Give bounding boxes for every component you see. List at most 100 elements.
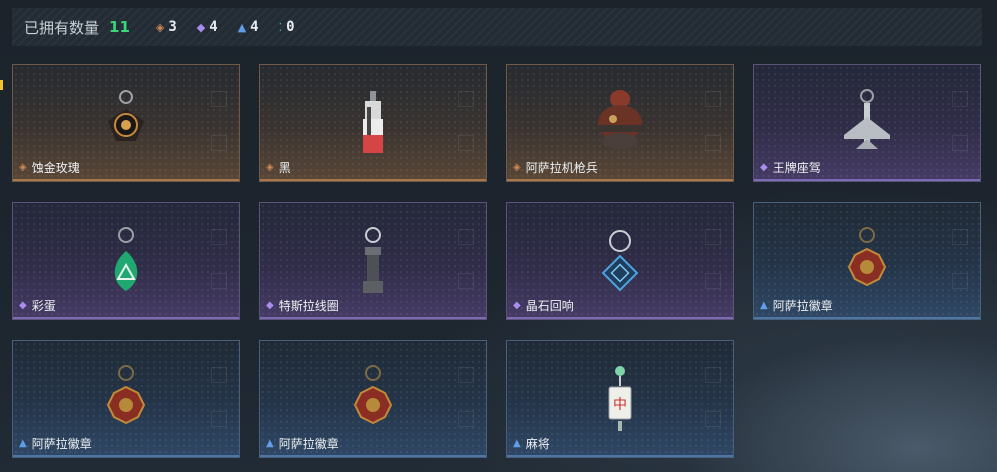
card-decoration — [211, 229, 227, 245]
card-decoration — [458, 367, 474, 383]
stat-green: ⁚ 0 — [279, 19, 295, 35]
owned-count-label: 已拥有数量 — [24, 18, 100, 37]
rarity-bar — [260, 317, 486, 319]
asara-badge-charm-image — [847, 227, 887, 287]
item-name: 特斯拉线圈 — [278, 299, 339, 313]
card-decoration — [211, 367, 227, 383]
svg-text:中: 中 — [613, 397, 627, 413]
item-card-ace-ride[interactable]: ◆ 王牌座驾 — [753, 64, 981, 182]
item-card-asara-badge[interactable]: ▲ 阿萨拉徽章 — [12, 340, 240, 458]
asara-badge-charm-image — [353, 365, 393, 425]
card-decoration — [458, 91, 474, 107]
item-label: ◈ 阿萨拉机枪兵 — [513, 159, 598, 176]
card-decoration — [458, 229, 474, 245]
tesla-coil-charm-image — [363, 227, 383, 293]
stat-purple-value: 4 — [209, 19, 218, 35]
rarity-bar — [754, 317, 980, 319]
purple-rarity-icon: ◆ — [760, 162, 768, 173]
item-name: 晶石回响 — [525, 299, 574, 313]
rarity-bar — [507, 455, 733, 457]
orange-rarity-icon: ◈ — [266, 162, 274, 173]
item-name: 阿萨拉徽章 — [772, 299, 833, 313]
rarity-bar — [754, 179, 980, 181]
card-decoration — [705, 229, 721, 245]
item-label: ▲ 阿萨拉徽章 — [19, 435, 92, 452]
card-decoration — [705, 273, 721, 289]
blue-rarity-icon: ▲ — [513, 438, 521, 449]
item-label: ◆ 晶石回响 — [513, 297, 574, 314]
item-name: 阿萨拉机枪兵 — [525, 161, 598, 175]
item-card-black[interactable]: ◈ 黑 — [259, 64, 487, 182]
rarity-bar — [260, 455, 486, 457]
easter-egg-charm-image — [114, 227, 138, 291]
card-decoration — [952, 135, 968, 151]
rarity-bar — [507, 317, 733, 319]
item-label: ▲ 阿萨拉徽章 — [266, 435, 339, 452]
mahjong-charm-image: 中 — [608, 366, 632, 431]
item-label: ◈ 黑 — [266, 159, 291, 176]
rarity-bar — [507, 179, 733, 181]
asara-machinegunner-charm-image — [595, 90, 645, 149]
selection-indicator — [0, 80, 3, 90]
card-decoration — [211, 135, 227, 151]
card-decoration — [211, 411, 227, 427]
item-card-gilded-rose[interactable]: ◈ 蚀金玫瑰 — [12, 64, 240, 182]
item-card-mahjong[interactable]: 中 ▲ 麻将 — [506, 340, 734, 458]
card-decoration — [211, 273, 227, 289]
card-decoration — [952, 273, 968, 289]
ace-ride-charm-image — [844, 89, 890, 149]
item-name: 阿萨拉徽章 — [31, 437, 92, 451]
card-decoration — [952, 229, 968, 245]
item-label: ◆ 特斯拉线圈 — [266, 297, 339, 314]
item-label: ◈ 蚀金玫瑰 — [19, 159, 80, 176]
asara-badge-charm-image — [106, 365, 146, 425]
rarity-bar — [13, 179, 239, 181]
card-decoration — [458, 411, 474, 427]
orange-rarity-icon: ◈ — [155, 20, 165, 34]
ownership-header: 已拥有数量 11 ◈ 3 ◆ 4 ▲ 4 ⁚ 0 — [12, 8, 982, 46]
card-decoration — [705, 135, 721, 151]
stat-orange-value: 3 — [168, 19, 177, 35]
purple-rarity-icon: ◆ — [513, 300, 521, 311]
blue-rarity-icon: ▲ — [266, 438, 274, 449]
purple-rarity-icon: ◆ — [266, 300, 274, 311]
card-decoration — [705, 91, 721, 107]
item-card-easter-egg[interactable]: ◆ 彩蛋 — [12, 202, 240, 320]
rarity-bar — [13, 455, 239, 457]
card-decoration — [952, 91, 968, 107]
item-name: 阿萨拉徽章 — [278, 437, 339, 451]
stat-blue: ▲ 4 — [238, 19, 259, 35]
item-card-asara-badge[interactable]: ▲ 阿萨拉徽章 — [259, 340, 487, 458]
item-name: 蚀金玫瑰 — [31, 161, 80, 175]
item-card-asara-badge[interactable]: ▲ 阿萨拉徽章 — [753, 202, 981, 320]
blue-rarity-icon: ▲ — [760, 300, 768, 311]
blue-rarity-icon: ▲ — [237, 20, 247, 34]
black-charm-image — [363, 91, 383, 153]
green-rarity-icon: ⁚ — [278, 20, 283, 34]
stat-green-value: 0 — [286, 19, 295, 35]
purple-rarity-icon: ◆ — [196, 20, 206, 34]
gilded-rose-charm-image — [108, 90, 144, 141]
item-name: 麻将 — [525, 437, 550, 451]
card-decoration — [705, 367, 721, 383]
stat-purple: ◆ 4 — [197, 19, 218, 35]
item-label: ▲ 阿萨拉徽章 — [760, 297, 833, 314]
card-decoration — [705, 411, 721, 427]
purple-rarity-icon: ◆ — [19, 300, 27, 311]
item-card-asara-machinegunner[interactable]: ◈ 阿萨拉机枪兵 — [506, 64, 734, 182]
card-decoration — [458, 135, 474, 151]
orange-rarity-icon: ◈ — [19, 162, 27, 173]
stat-orange: ◈ 3 — [156, 19, 177, 35]
rarity-bar — [13, 317, 239, 319]
owned-count-value: 11 — [109, 18, 130, 36]
rarity-bar — [260, 179, 486, 181]
orange-rarity-icon: ◈ — [513, 162, 521, 173]
item-name: 黑 — [278, 161, 291, 175]
item-label: ◆ 王牌座驾 — [760, 159, 821, 176]
item-name: 王牌座驾 — [772, 161, 821, 175]
item-card-tesla-coil[interactable]: ◆ 特斯拉线圈 — [259, 202, 487, 320]
item-name: 彩蛋 — [31, 299, 56, 313]
item-label: ◆ 彩蛋 — [19, 297, 56, 314]
item-card-crystal-echo[interactable]: ◆ 晶石回响 — [506, 202, 734, 320]
blue-rarity-icon: ▲ — [19, 438, 27, 449]
